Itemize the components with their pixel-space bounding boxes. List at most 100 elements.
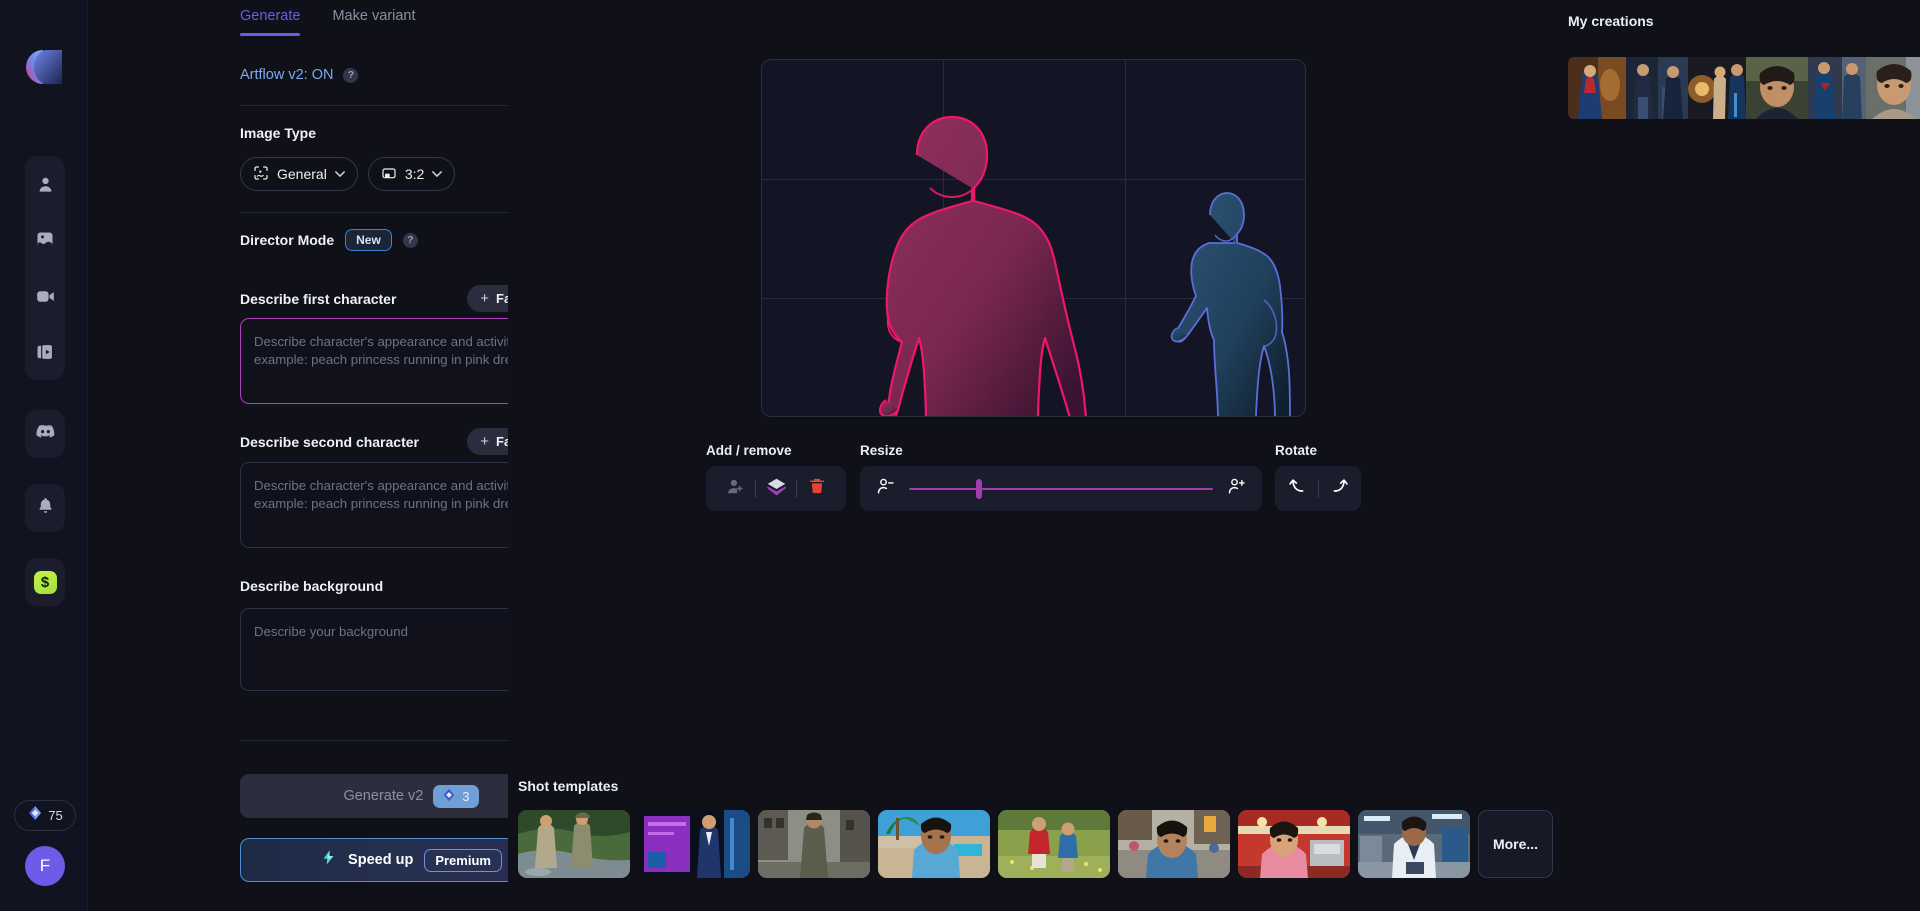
resize-slider-thumb[interactable] [975, 478, 982, 499]
rotate-left-icon [1288, 476, 1308, 501]
shot-templates-more-button[interactable]: More... [1478, 810, 1553, 878]
shot-template-meadow-walk[interactable] [998, 810, 1110, 878]
question-mark-icon[interactable]: ? [402, 232, 418, 248]
sidebar-item-notifications[interactable] [25, 484, 65, 532]
first-character-header: Describe first character + Face / Body [240, 285, 508, 312]
resize-slider[interactable] [909, 478, 1213, 499]
face-body-label: Face / Body [496, 434, 508, 449]
shot-template-neon-presenter[interactable] [638, 810, 750, 878]
my-creations-title: My creations [1568, 13, 1654, 29]
generate-label: Generate v2 [343, 788, 424, 804]
sidebar-item-images[interactable] [25, 212, 65, 268]
tab-generate[interactable]: Generate [240, 8, 301, 36]
rotate-left-button[interactable] [1278, 466, 1318, 511]
sidebar-item-video[interactable] [25, 268, 65, 324]
image-style-value: General [277, 166, 327, 182]
add-person-button[interactable] [715, 466, 755, 511]
sidebar-item-library[interactable] [25, 324, 65, 380]
rotate-right-button[interactable] [1319, 466, 1359, 511]
person-minus-icon[interactable] [876, 477, 895, 501]
director-mode-new-badge: New [345, 229, 392, 251]
trash-icon [808, 477, 826, 500]
background-input[interactable]: Describe your background [240, 608, 508, 691]
creation-thumb-6[interactable] [1866, 57, 1920, 119]
creation-thumb-3[interactable] [1688, 57, 1746, 119]
creation-thumb-1[interactable] [1568, 57, 1626, 119]
second-character-header: Describe second character + Face / Body [240, 428, 508, 455]
second-character-placeholder: Describe character's appearance and acti… [254, 478, 508, 511]
character-1-figure[interactable] [878, 115, 1087, 417]
divider-3 [240, 740, 508, 741]
layers-icon [766, 476, 787, 502]
character-canvas[interactable] [761, 59, 1306, 417]
shot-template-tropical-selfie[interactable] [878, 810, 990, 878]
character-2-figure[interactable] [1170, 192, 1291, 417]
shot-template-lab-scientist[interactable] [1358, 810, 1470, 878]
face-body-label: Face / Body [496, 291, 508, 306]
second-character-input[interactable]: Describe character's appearance and acti… [240, 462, 508, 548]
aspect-ratio-select[interactable]: 3:2 [367, 157, 456, 191]
panel-tabs: Generate Make variant [240, 8, 415, 36]
sidebar-item-billing[interactable]: $ [25, 558, 65, 606]
artflow-row: Artflow v2: ON ? [240, 65, 508, 85]
chevron-down-icon [432, 171, 443, 177]
image-style-select[interactable]: General [240, 157, 358, 191]
shot-template-postapocalyptic-street[interactable] [758, 810, 870, 878]
question-mark-icon[interactable]: ? [343, 67, 359, 83]
first-character-face-body-button[interactable]: + Face / Body [467, 285, 508, 312]
media-library-icon [35, 342, 55, 362]
image-icon [35, 230, 55, 250]
first-character-input[interactable]: Describe character's appearance and acti… [240, 318, 508, 404]
shot-template-river-explorers[interactable] [518, 810, 630, 878]
duplicate-layer-button[interactable] [756, 466, 796, 511]
background-label: Describe background [240, 578, 384, 594]
speed-up-label: Speed up [348, 852, 414, 868]
rail-nav-group [25, 156, 65, 380]
generation-panel: Generate Make variant Artflow v2: ON ? I… [88, 0, 508, 911]
divider-1 [240, 105, 508, 106]
shot-template-city-street-portrait[interactable] [1118, 810, 1230, 878]
rotate-right-icon [1329, 476, 1349, 501]
person-plus-icon[interactable] [1227, 477, 1246, 501]
my-creations-strip[interactable] [1568, 57, 1920, 119]
image-type-label: Image Type [240, 125, 316, 141]
dollar-icon: $ [33, 570, 57, 594]
left-rail: $ 75 F [0, 0, 88, 911]
background-placeholder: Describe your background [254, 624, 408, 639]
second-character-face-body-button[interactable]: + Face / Body [467, 428, 508, 455]
speed-up-button[interactable]: Speed up Premium [240, 838, 508, 882]
rotate-label: Rotate [1275, 443, 1318, 458]
artflow-logo[interactable] [26, 48, 64, 86]
sidebar-item-discord[interactable] [25, 410, 65, 458]
creation-thumb-4[interactable] [1746, 57, 1808, 119]
director-mode-label: Director Mode [240, 232, 335, 248]
aspect-ratio-icon [381, 165, 397, 184]
bell-icon [36, 496, 55, 520]
shot-template-retro-diner[interactable] [1238, 810, 1350, 878]
credits-value: 75 [48, 808, 63, 823]
creation-thumb-5[interactable] [1808, 57, 1866, 119]
tab-make-variant[interactable]: Make variant [332, 8, 415, 36]
person-icon [36, 175, 55, 194]
aspect-ratio-value: 3:2 [404, 166, 425, 182]
shot-templates-title: Shot templates [518, 778, 619, 794]
plus-icon: + [480, 290, 490, 307]
credits-indicator[interactable]: 75 [14, 800, 76, 831]
creation-thumb-2[interactable] [1626, 57, 1688, 119]
image-type-controls: General 3:2 [240, 157, 508, 191]
second-character-label: Describe second character [240, 433, 419, 450]
avatar[interactable]: F [25, 846, 65, 886]
more-label: More... [1492, 836, 1539, 852]
first-character-placeholder: Describe character's appearance and acti… [254, 334, 508, 367]
generate-cost-value: 3 [462, 788, 470, 804]
gem-icon [27, 805, 43, 826]
add-remove-label: Add / remove [706, 443, 792, 458]
person-plus-icon [726, 477, 745, 501]
generate-button[interactable]: Generate v2 3 [240, 774, 508, 818]
gem-icon [442, 788, 456, 805]
director-mode-row: Director Mode New ? [240, 229, 508, 251]
sidebar-item-characters[interactable] [25, 156, 65, 212]
delete-button[interactable] [797, 466, 837, 511]
lightning-bolt-icon [320, 848, 337, 872]
rotate-toolbox [1275, 466, 1361, 511]
